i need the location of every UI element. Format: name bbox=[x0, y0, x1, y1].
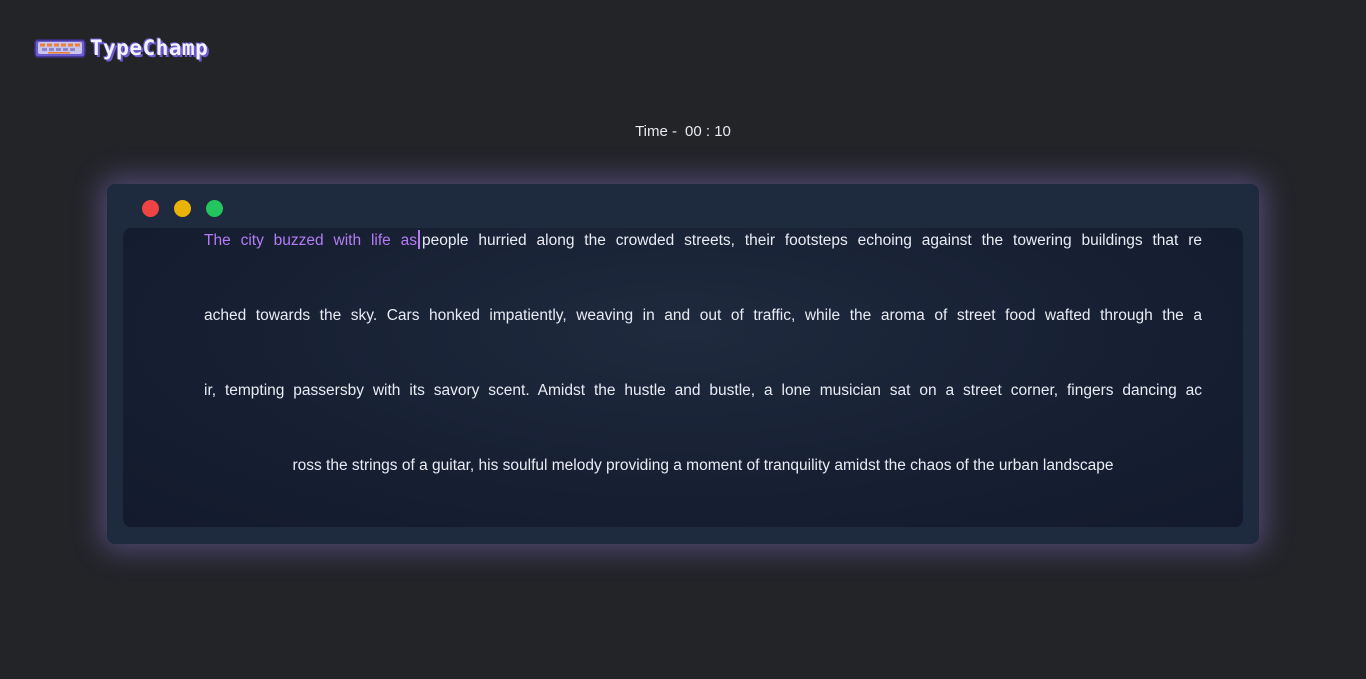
timer-label: Time - bbox=[635, 123, 678, 140]
passage-line-1: The city buzzed with life as people hurri… bbox=[204, 228, 1202, 303]
passage-line-3: ir, tempting passersby with its savory s… bbox=[204, 382, 1202, 399]
passage-line-4: ross the strings of a guitar, his soulfu… bbox=[292, 457, 1114, 474]
typing-window: The city buzzed with life as people hurri… bbox=[107, 184, 1259, 544]
window-controls bbox=[142, 200, 223, 217]
text-caret bbox=[418, 230, 420, 249]
passage: The city buzzed with life as people hurri… bbox=[204, 228, 1202, 528]
minimize-dot-icon[interactable] bbox=[174, 200, 191, 217]
typed-text: The city buzzed with life as bbox=[204, 232, 417, 249]
passage-line-2: ached towards the sky. Cars honked impat… bbox=[204, 307, 1202, 324]
close-dot-icon[interactable] bbox=[142, 200, 159, 217]
app-name: TypeChamp bbox=[90, 36, 209, 60]
timer-value: 00 : 10 bbox=[685, 123, 731, 140]
keyboard-icon bbox=[34, 39, 86, 58]
typing-text-area[interactable]: The city buzzed with life as people hurri… bbox=[123, 228, 1243, 527]
passage-line-1-rest: people hurried along the crowded streets… bbox=[422, 232, 1202, 249]
timer: Time - 00 : 10 bbox=[0, 123, 1366, 140]
maximize-dot-icon[interactable] bbox=[206, 200, 223, 217]
app-logo[interactable]: TypeChamp bbox=[34, 36, 208, 60]
